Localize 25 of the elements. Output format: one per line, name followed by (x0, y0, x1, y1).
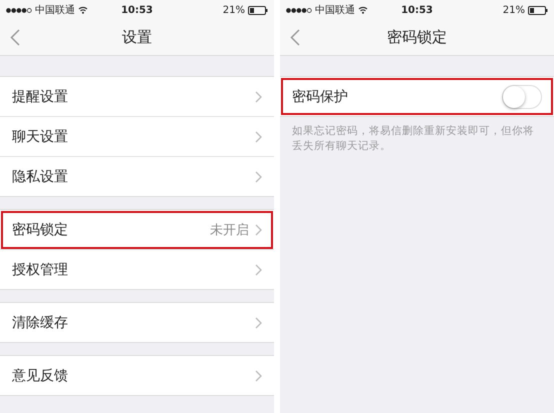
settings-row[interactable]: 清除缓存 (0, 303, 274, 342)
status-time: 10:53 (120, 4, 154, 16)
row-label: 聊天设置 (12, 128, 69, 146)
settings-row[interactable]: 聊天设置 (0, 117, 274, 157)
battery-percent: 21% (222, 4, 245, 16)
status-time: 10:53 (400, 4, 434, 16)
settings-row[interactable]: 提醒设置 (0, 77, 274, 117)
settings-row[interactable]: 授权管理 (0, 250, 274, 289)
note-text: 如果忘记密码，将易信删除重新安装即可，但你将丢失所有聊天记录。 (291, 124, 535, 154)
row-label: 隐私设置 (12, 168, 69, 186)
settings-row[interactable]: 密码锁定 未开启 (0, 210, 274, 250)
row-label: 清除缓存 (12, 314, 69, 332)
screen-title: 设置 (122, 28, 152, 47)
screen-title: 密码锁定 (387, 28, 447, 47)
row-label: 提醒设置 (12, 88, 69, 106)
battery-percent: 21% (502, 4, 525, 16)
carrier-name: 中国联通 (35, 4, 75, 17)
row-label: 意见反馈 (12, 366, 69, 384)
row-label: 密码锁定 (12, 220, 69, 238)
settings-row[interactable]: 意见反馈 (0, 356, 274, 395)
row-label: 密码保护 (292, 88, 349, 106)
carrier-name: 中国联通 (315, 4, 355, 17)
row-value: 未开启 (210, 222, 249, 238)
row-label: 授权管理 (12, 260, 69, 278)
settings-row[interactable]: 隐私设置 (0, 157, 274, 196)
